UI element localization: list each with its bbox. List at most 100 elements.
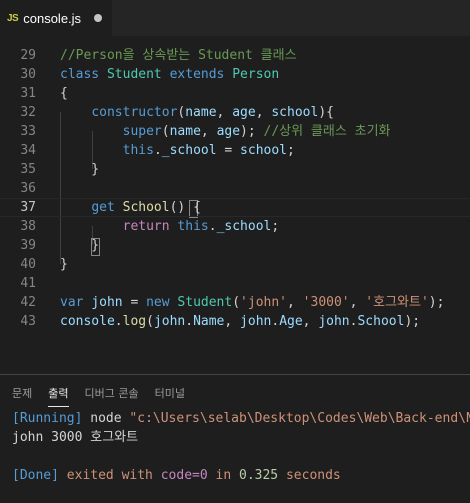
line-number: 32 bbox=[20, 105, 36, 120]
line-number: 41 bbox=[20, 276, 36, 291]
code-text: this._school = school; bbox=[60, 141, 295, 160]
editor-tab-bar: JS console.js bbox=[0, 0, 470, 36]
code-token: age bbox=[216, 124, 241, 139]
tab-debug-console[interactable]: 디버그 콘솔 bbox=[85, 385, 139, 401]
code-line[interactable]: 41 bbox=[0, 274, 470, 293]
code-token: new bbox=[146, 295, 170, 310]
code-token: Student bbox=[106, 67, 162, 82]
code-line[interactable]: 37 get School() { bbox=[0, 198, 470, 217]
code-line[interactable]: 32 constructor(name, age, school){ bbox=[0, 103, 470, 122]
done-tag: [Done] bbox=[12, 468, 59, 483]
code-token: . bbox=[153, 143, 162, 158]
code-text: super(name, age); //상위 클래스 초기화 bbox=[60, 122, 391, 141]
code-token: john bbox=[91, 295, 123, 310]
tab-output[interactable]: 출력 bbox=[48, 385, 69, 407]
code-text: } bbox=[60, 160, 99, 179]
line-number: 40 bbox=[20, 257, 36, 272]
code-line[interactable]: 40} bbox=[0, 255, 470, 274]
done-seconds-text: seconds bbox=[278, 468, 341, 483]
line-number: 35 bbox=[20, 162, 36, 177]
code-line[interactable]: 36 bbox=[0, 179, 470, 198]
code-token: super bbox=[122, 124, 162, 139]
panel-tabs: 문제 출력 디버그 콘솔 터미널 bbox=[0, 375, 470, 411]
code-editor[interactable]: 29 //Person을 상속받는 Student 클래스 30 class Stud… bbox=[0, 36, 470, 374]
code-token: . bbox=[114, 314, 123, 329]
code-token: constructor bbox=[91, 105, 178, 120]
code-token: school bbox=[271, 105, 319, 120]
code-token: } bbox=[60, 257, 68, 272]
code-token: john bbox=[318, 314, 350, 329]
code-line[interactable]: 30 class Student extends Person bbox=[0, 65, 470, 84]
code-token: Person bbox=[232, 67, 280, 82]
code-token: ); bbox=[428, 295, 445, 310]
code-token: = bbox=[216, 143, 241, 158]
code-token: _school bbox=[161, 143, 217, 158]
code-line[interactable]: 35 } bbox=[0, 160, 470, 179]
code-token: { bbox=[60, 86, 68, 101]
code-token: } bbox=[60, 238, 100, 253]
unsaved-dot-icon[interactable] bbox=[94, 14, 102, 22]
line-number: 39 bbox=[20, 238, 36, 253]
line-number: 30 bbox=[20, 67, 36, 82]
code-token: //Person을 상속받는 Student 클래스 bbox=[60, 48, 297, 63]
line-number: 37 bbox=[20, 200, 36, 215]
code-token: Age bbox=[279, 314, 303, 329]
output-result-line: john 3000 호그와트 bbox=[12, 429, 138, 447]
code-token: //상위 클래스 초기화 bbox=[263, 124, 391, 139]
code-token: log bbox=[122, 314, 147, 329]
line-number: 31 bbox=[20, 86, 36, 101]
output-running-line: [Running] node "c:\Users\selab\Desktop\C… bbox=[12, 410, 470, 428]
code-token: this bbox=[122, 143, 154, 158]
code-text: //Person을 상속받는 Student 클래스 bbox=[60, 46, 297, 65]
code-token: school bbox=[240, 143, 288, 158]
line-number: 33 bbox=[20, 124, 36, 139]
code-line[interactable]: 33 super(name, age); //상위 클래스 초기화 bbox=[0, 122, 470, 141]
code-line[interactable]: 29 //Person을 상속받는 Student 클래스 bbox=[0, 46, 470, 65]
code-token: name bbox=[185, 105, 217, 120]
code-text: } bbox=[60, 255, 68, 274]
code-token: name bbox=[169, 124, 201, 139]
code-line[interactable]: 42 var john = new Student('john', '3000',… bbox=[0, 293, 470, 312]
code-line[interactable]: 34 this._school = school; bbox=[0, 141, 470, 160]
code-token: ){ bbox=[318, 105, 334, 120]
code-token: get bbox=[91, 200, 115, 215]
code-token: . bbox=[185, 314, 194, 329]
code-text: constructor(name, age, school){ bbox=[60, 103, 334, 122]
code-token: , bbox=[349, 295, 366, 310]
tab-problems[interactable]: 문제 bbox=[12, 385, 32, 401]
line-number: 29 bbox=[20, 48, 36, 63]
code-token: age bbox=[232, 105, 256, 120]
code-token: = bbox=[122, 295, 147, 310]
code-token: ; bbox=[271, 219, 280, 234]
code-text: return this._school; bbox=[60, 217, 280, 236]
code-token: , bbox=[302, 314, 319, 329]
code-line[interactable]: 31 { bbox=[0, 84, 470, 103]
line-number: 43 bbox=[20, 314, 36, 329]
code-line[interactable]: 39 } bbox=[0, 236, 470, 255]
code-token: ( bbox=[161, 124, 170, 139]
done-duration: 0.325 bbox=[239, 468, 279, 483]
code-token: () { bbox=[169, 200, 201, 215]
code-text: var john = new Student('john', '3000', '… bbox=[60, 293, 444, 312]
line-number: 38 bbox=[20, 219, 36, 234]
code-token: this bbox=[177, 219, 209, 234]
code-token: ); bbox=[404, 314, 421, 329]
code-token: School bbox=[357, 314, 405, 329]
tab-terminal[interactable]: 터미널 bbox=[155, 385, 185, 401]
running-command: node bbox=[82, 411, 130, 426]
output-done-line: [Done] exited with code=0 in 0.325 secon… bbox=[12, 467, 341, 485]
javascript-file-icon: JS bbox=[7, 12, 19, 24]
code-line[interactable]: 38 return this._school; bbox=[0, 217, 470, 236]
code-token: '호그와트' bbox=[365, 295, 429, 310]
code-token: } bbox=[60, 162, 100, 177]
code-line[interactable]: 43 console.log(john.Name, john.Age, john.… bbox=[0, 312, 470, 331]
code-token: . bbox=[271, 314, 280, 329]
code-token: console bbox=[60, 314, 115, 329]
code-token: '3000' bbox=[302, 295, 350, 310]
tab-console-js[interactable]: JS console.js bbox=[0, 0, 112, 36]
